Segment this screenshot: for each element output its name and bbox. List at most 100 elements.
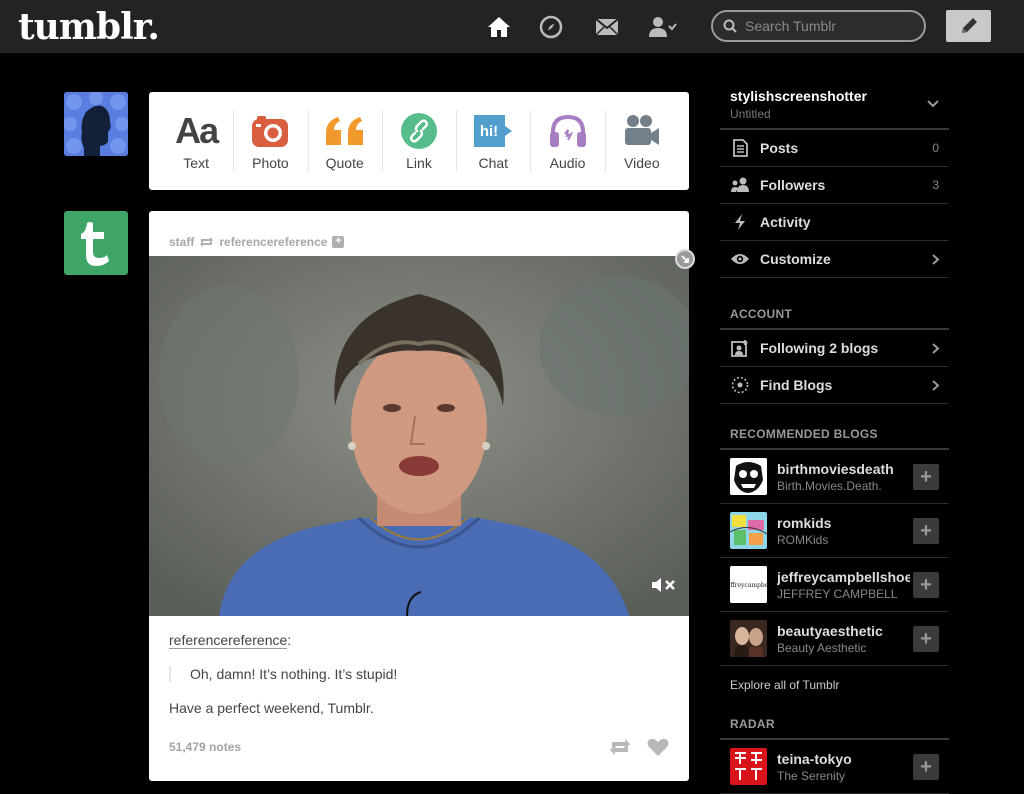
chevron-right-icon [932, 342, 939, 354]
reblog-icon[interactable] [609, 738, 631, 756]
new-video-post-button[interactable]: Video [604, 92, 679, 190]
headphones-icon [549, 114, 586, 147]
blog-avatar [730, 748, 767, 785]
sidebar-item-label: Activity [760, 214, 811, 230]
posts-count: 0 [932, 141, 939, 155]
search-icon [723, 19, 737, 33]
quote-block: Oh, damn! It’s nothing. It’s stupid! [169, 666, 669, 682]
recommended-blog[interactable]: romkids ROMKids + [720, 504, 949, 558]
recommended-blog[interactable]: jeffreycampbell jeffreycampbellshoes JEF… [720, 558, 949, 612]
post-header: staff referencereference + [149, 211, 689, 256]
follow-button[interactable]: + [913, 754, 939, 780]
blog-subtitle: Untitled [730, 107, 771, 121]
reblogged-from-link[interactable]: referencereference [219, 235, 327, 249]
recommended-blog-name: birthmoviesdeath [777, 460, 894, 477]
follow-button[interactable]: + [913, 518, 939, 544]
new-quote-post-button[interactable]: Quote [307, 92, 382, 190]
reblog-small-icon [200, 236, 214, 247]
blog-name: stylishscreenshotter [730, 88, 867, 104]
pencil-icon [961, 18, 977, 33]
radar-blog[interactable]: teina-tokyo The Serenity + [720, 740, 949, 794]
svg-text:hi!: hi! [480, 123, 498, 140]
post-type-label: Chat [478, 155, 509, 171]
chevron-right-icon [932, 253, 939, 265]
recommended-blog-name: jeffreycampbellshoes [777, 568, 910, 585]
source-colon: : [287, 632, 292, 648]
follow-plus-icon[interactable]: + [332, 235, 345, 248]
followers-count: 3 [932, 178, 939, 192]
recommended-blog-subtitle: JEFFREY CAMPBELL [777, 586, 898, 601]
post-type-label: Text [183, 155, 209, 171]
tumblr-logo[interactable]: tumblr. [18, 6, 160, 48]
search-box[interactable] [711, 10, 926, 42]
compose-button[interactable] [946, 10, 991, 42]
radar-section-header: RADAR [720, 708, 949, 740]
explore-compass-icon[interactable] [538, 14, 564, 40]
post-type-label: Photo [252, 155, 289, 171]
expand-arrow-icon [681, 255, 689, 263]
follow-button[interactable]: + [913, 572, 939, 598]
sidebar-item-label: Customize [760, 251, 831, 267]
user-avatar[interactable] [64, 92, 128, 156]
home-icon[interactable] [486, 14, 512, 40]
new-photo-post-button[interactable]: Photo [233, 92, 307, 190]
inbox-mail-icon[interactable] [594, 14, 620, 40]
sidebar-item-following[interactable]: Following 2 blogs [720, 330, 949, 367]
new-chat-post-button[interactable]: hi! Chat [456, 92, 530, 190]
sidebar-item-find-blogs[interactable]: Find Blogs [720, 367, 949, 404]
post-footer: 51,479 notes [169, 735, 669, 759]
heart-icon[interactable] [647, 737, 669, 757]
blog-avatar [730, 458, 767, 495]
staff-avatar[interactable] [64, 211, 128, 275]
recommended-blog-name: beautyaesthetic [777, 622, 883, 639]
recommended-blog-name: romkids [777, 514, 832, 531]
explore-all-link[interactable]: Explore all of Tumblr [720, 666, 949, 708]
eye-icon [731, 254, 749, 264]
recommended-blog[interactable]: birthmoviesdeath Birth.Movies.Death. + [720, 450, 949, 504]
sidebar-item-label: Find Blogs [760, 377, 833, 393]
link-icon [400, 113, 437, 149]
follow-button[interactable]: + [913, 464, 939, 490]
recommended-blog-subtitle: Beauty Aesthetic [777, 640, 867, 655]
radar-blog-name: teina-tokyo [777, 750, 852, 767]
following-icon [731, 340, 748, 357]
find-blogs-icon [731, 376, 749, 394]
new-text-post-button[interactable]: Aa Text [159, 92, 233, 190]
new-link-post-button[interactable]: Link [381, 92, 456, 190]
quote-icon [325, 117, 363, 145]
recommended-blog-subtitle: Birth.Movies.Death. [777, 478, 882, 493]
blog-switcher[interactable]: stylishscreenshotter Untitled [720, 80, 949, 130]
post-type-label: Quote [325, 155, 364, 171]
follow-button[interactable]: + [913, 626, 939, 652]
account-menu-icon[interactable] [648, 14, 678, 40]
new-audio-post-button[interactable]: Audio [530, 92, 604, 190]
svg-text:jeffreycampbell: jeffreycampbell [730, 582, 767, 589]
dashboard-post: staff referencereference + referencerefe… [149, 211, 689, 781]
recommended-blog[interactable]: beautyaesthetic Beauty Aesthetic + [720, 612, 949, 666]
source-blog-link[interactable]: referencereference [169, 632, 288, 649]
sidebar-item-label: Following 2 blogs [760, 340, 879, 356]
notes-count[interactable]: 51,479 notes [169, 740, 241, 754]
sidebar-item-activity[interactable]: Activity [720, 204, 949, 241]
post-body: referencereference: Oh, damn! It’s nothi… [169, 632, 669, 716]
muted-speaker-icon [652, 578, 675, 592]
sidebar-item-label: Followers [760, 177, 826, 193]
blog-avatar: jeffreycampbell [730, 566, 767, 603]
video-frame [149, 256, 689, 616]
mute-toggle[interactable] [651, 577, 677, 598]
right-sidebar: stylishscreenshotter Untitled Posts 0 Fo… [720, 80, 949, 794]
sidebar-item-followers[interactable]: Followers 3 [720, 167, 949, 204]
chevron-right-icon [932, 379, 939, 391]
post-actions [609, 737, 669, 757]
blog-avatar [730, 620, 767, 657]
text-icon: Aa [175, 110, 219, 151]
sidebar-item-label: Posts [760, 140, 799, 156]
video-player[interactable] [149, 256, 689, 616]
search-input[interactable] [745, 18, 915, 34]
lightning-icon [735, 214, 745, 230]
post-type-label: Link [406, 155, 432, 171]
expand-video-button[interactable] [675, 249, 695, 269]
sidebar-item-posts[interactable]: Posts 0 [720, 130, 949, 167]
post-author-link[interactable]: staff [169, 235, 194, 249]
sidebar-item-customize[interactable]: Customize [720, 241, 949, 278]
